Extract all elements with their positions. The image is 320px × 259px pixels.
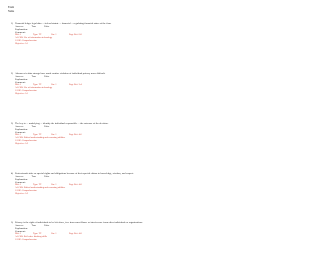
meta-line: Objective: 5-1: [15, 93, 29, 96]
question-block: 5) Privacy is the right of individuals to…: [11, 221, 183, 242]
question-metadata: Diff: 1 Type: TF Var: 1 Page Ref: 4-8 AACSB:…: [11, 233, 183, 242]
question-metadata: Diff: 1 Type: TF Var: 1 Page Ref: 4-6 AACSB:…: [11, 134, 183, 146]
false-option[interactable]: False: [44, 125, 49, 128]
question-block: 4) Professionals take on special rights a…: [11, 172, 183, 196]
meta-line: CASE: Comprehension: [15, 239, 37, 242]
meta-line: Objective: 5-2: [15, 143, 29, 146]
true-option[interactable]: True: [31, 125, 36, 128]
question-metadata: Diff: 1 Type: TF Var: 1 Page Ref: 3-4 AACSB:…: [11, 84, 183, 96]
question-metadata: Diff: 1 Type: TF Var: 1 Page Ref: 4-8 AACSB:…: [11, 184, 183, 196]
name-field-label: Name: [8, 9, 15, 13]
meta-field: Page Ref: 6-8: [69, 34, 82, 37]
true-option[interactable]: True: [31, 224, 36, 227]
question-block: 3) The key to ... underlying ... identify…: [11, 122, 183, 146]
true-option[interactable]: True: [31, 75, 36, 78]
meta-field: Var: 1: [51, 84, 57, 87]
question-metadata: Diff: 1 Type: TF Var: 1 Page Ref: 6-8 AACSB:…: [11, 34, 183, 46]
meta-field: Page Ref: 4-8: [69, 184, 82, 187]
exam-header: Exam Name: [8, 6, 14, 13]
false-option[interactable]: False: [44, 175, 49, 178]
true-option[interactable]: True: [31, 25, 36, 28]
false-option[interactable]: False: [44, 75, 49, 78]
false-option[interactable]: False: [44, 224, 49, 227]
meta-field: Var: 1: [51, 233, 57, 236]
meta-line: Objective: 5-1: [15, 43, 29, 46]
false-option[interactable]: False: [44, 25, 49, 28]
meta-line: Objective: 5-2: [15, 193, 29, 196]
meta-field: Page Ref: 4-8: [69, 233, 82, 236]
meta-field: Var: 1: [51, 34, 57, 37]
meta-field: Page Ref: 3-4: [69, 84, 82, 87]
true-option[interactable]: True: [31, 175, 36, 178]
question-block: 2) Advances in data storage have made rou…: [11, 72, 183, 96]
meta-field: Page Ref: 4-6: [69, 134, 82, 137]
exam-page: Exam Name 1) Financial ledger legal data …: [0, 0, 200, 259]
question-block: 1) Financial ledger legal data ... federa…: [11, 22, 183, 46]
